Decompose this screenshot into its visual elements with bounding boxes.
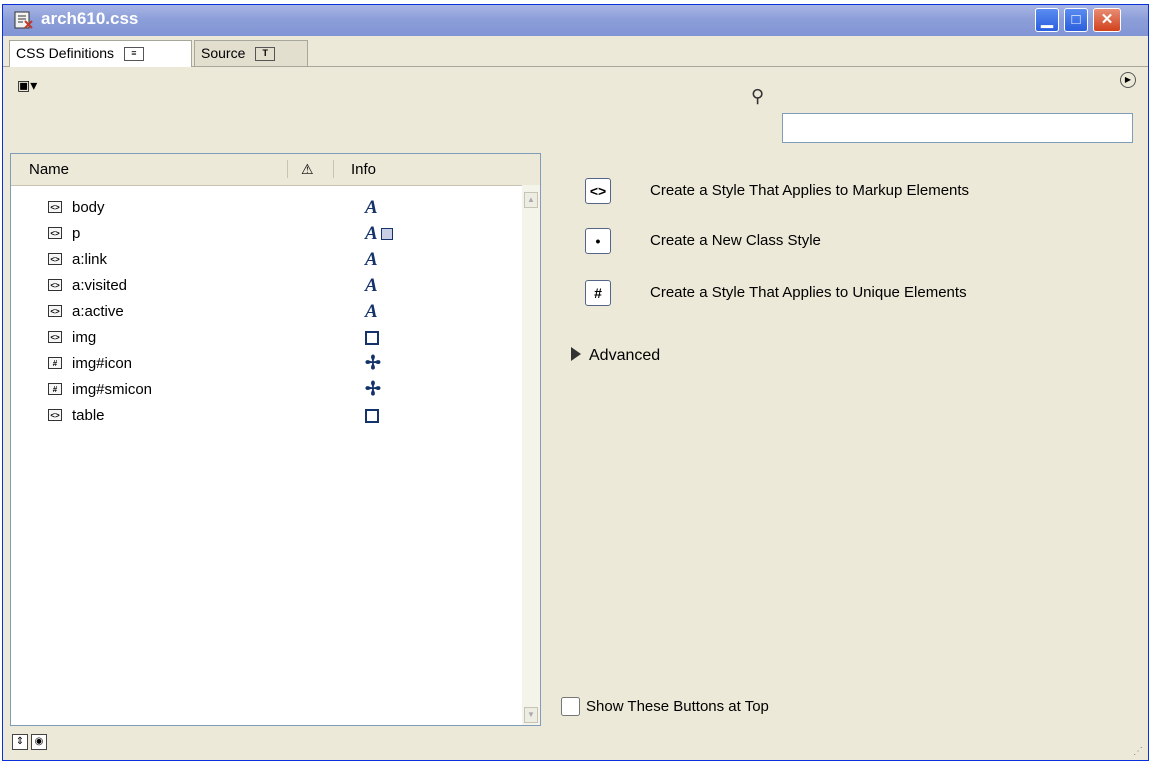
panel-options-button[interactable]: ▶ [1120, 72, 1136, 88]
column-info-header[interactable]: Info [351, 161, 376, 178]
move-icon: ✢ [365, 379, 381, 400]
preview-button[interactable]: ◉ [31, 734, 47, 750]
tab-css-definitions[interactable]: CSS Definitions ≡ [9, 40, 192, 67]
sort-button[interactable]: ⇕ [12, 734, 28, 750]
eye-icon: ◉ [34, 736, 44, 747]
show-buttons-top-checkbox[interactable] [561, 697, 580, 716]
tag-icon: <> [48, 227, 62, 239]
class-dot-icon: • [595, 233, 601, 249]
tag-icon: <> [48, 253, 62, 265]
advanced-label: Advanced [589, 347, 661, 364]
tab-source[interactable]: Source T [194, 40, 308, 66]
file-menu-icon: ▣▾ [17, 77, 38, 93]
move-icon: ✢ [365, 353, 381, 374]
rule-name: img#smicon [72, 381, 153, 398]
box-icon [365, 404, 379, 428]
text-view-icon: T [255, 47, 276, 62]
markup-tag-icon: <> [589, 183, 607, 199]
resize-grip-icon[interactable]: ⋰ [1133, 746, 1143, 757]
list-scrollbar[interactable] [522, 185, 540, 725]
column-name-header[interactable]: Name [29, 161, 69, 178]
minimize-icon: ▁ [1041, 11, 1053, 28]
tag-icon: <> [48, 201, 62, 213]
tag-icon: <> [48, 331, 62, 343]
hash-icon: # [48, 383, 62, 395]
rule-name: body [72, 199, 105, 216]
disclosure-triangle-icon [571, 347, 581, 361]
close-icon: ✕ [1100, 11, 1114, 28]
background-icon [380, 228, 393, 240]
font-icon: A [365, 249, 378, 270]
hash-icon: # [594, 285, 602, 301]
rule-name: a:link [72, 251, 108, 268]
new-class-style-button[interactable]: • [585, 228, 611, 254]
search-input[interactable] [782, 113, 1133, 143]
rule-name: a:active [72, 303, 124, 320]
rule-info-group: A [365, 222, 393, 246]
font-icon: A [365, 275, 378, 296]
scroll-up-arrow-icon[interactable]: ▲ [524, 192, 538, 208]
new-element-style-label[interactable]: Create a Style That Applies to Markup El… [650, 182, 969, 199]
file-actions-button[interactable]: ▣▾ [17, 77, 37, 94]
warning-icon: ⚠ [301, 161, 314, 177]
rule-name: table [72, 407, 105, 424]
css-file-icon [14, 11, 33, 29]
rule-name: img [72, 329, 97, 346]
play-arrow-icon: ▶ [1124, 75, 1132, 84]
minimize-button[interactable]: ▁ [1035, 8, 1059, 32]
tag-icon: <> [48, 409, 62, 421]
tab-css-definitions-label: CSS Definitions [16, 45, 115, 61]
font-icon: A [365, 223, 378, 244]
maximize-icon: □ [1071, 11, 1081, 28]
window-title: arch610.css [41, 9, 139, 28]
font-icon: A [365, 301, 378, 322]
scroll-down-arrow-icon[interactable]: ▼ [524, 707, 538, 723]
rule-name: p [72, 225, 81, 242]
column-separator [287, 160, 288, 178]
rule-name: a:visited [72, 277, 128, 294]
title-bar[interactable]: arch610.css ▁ □ ✕ [3, 5, 1148, 36]
tab-bar: CSS Definitions ≡ Source T ▶ [3, 36, 1148, 88]
list-header: Name ⚠ Info [11, 154, 540, 186]
maximize-button[interactable]: □ [1064, 8, 1088, 32]
new-id-style-label[interactable]: Create a Style That Applies to Unique El… [650, 284, 967, 301]
font-icon: A [365, 197, 378, 218]
advanced-toggle[interactable]: Advanced [571, 347, 660, 365]
tag-icon: <> [48, 279, 62, 291]
tag-icon: <> [48, 305, 62, 317]
close-button[interactable]: ✕ [1093, 8, 1121, 32]
show-buttons-top-label[interactable]: Show These Buttons at Top [586, 698, 769, 715]
rule-name: img#icon [72, 355, 133, 372]
new-class-style-label[interactable]: Create a New Class Style [650, 232, 821, 249]
column-separator [333, 160, 334, 178]
search-icon[interactable]: ⚲ [751, 86, 764, 107]
new-id-style-button[interactable]: # [585, 280, 611, 306]
new-element-style-button[interactable]: <> [585, 178, 611, 204]
sort-arrows-icon: ⇕ [15, 736, 25, 747]
tab-source-label: Source [201, 45, 246, 61]
list-view-icon: ≡ [123, 47, 144, 62]
rule-list: Name ⚠ Info <> body A <> p A <> a:link A… [10, 153, 541, 726]
hash-icon: # [48, 357, 62, 369]
box-icon [365, 326, 379, 350]
